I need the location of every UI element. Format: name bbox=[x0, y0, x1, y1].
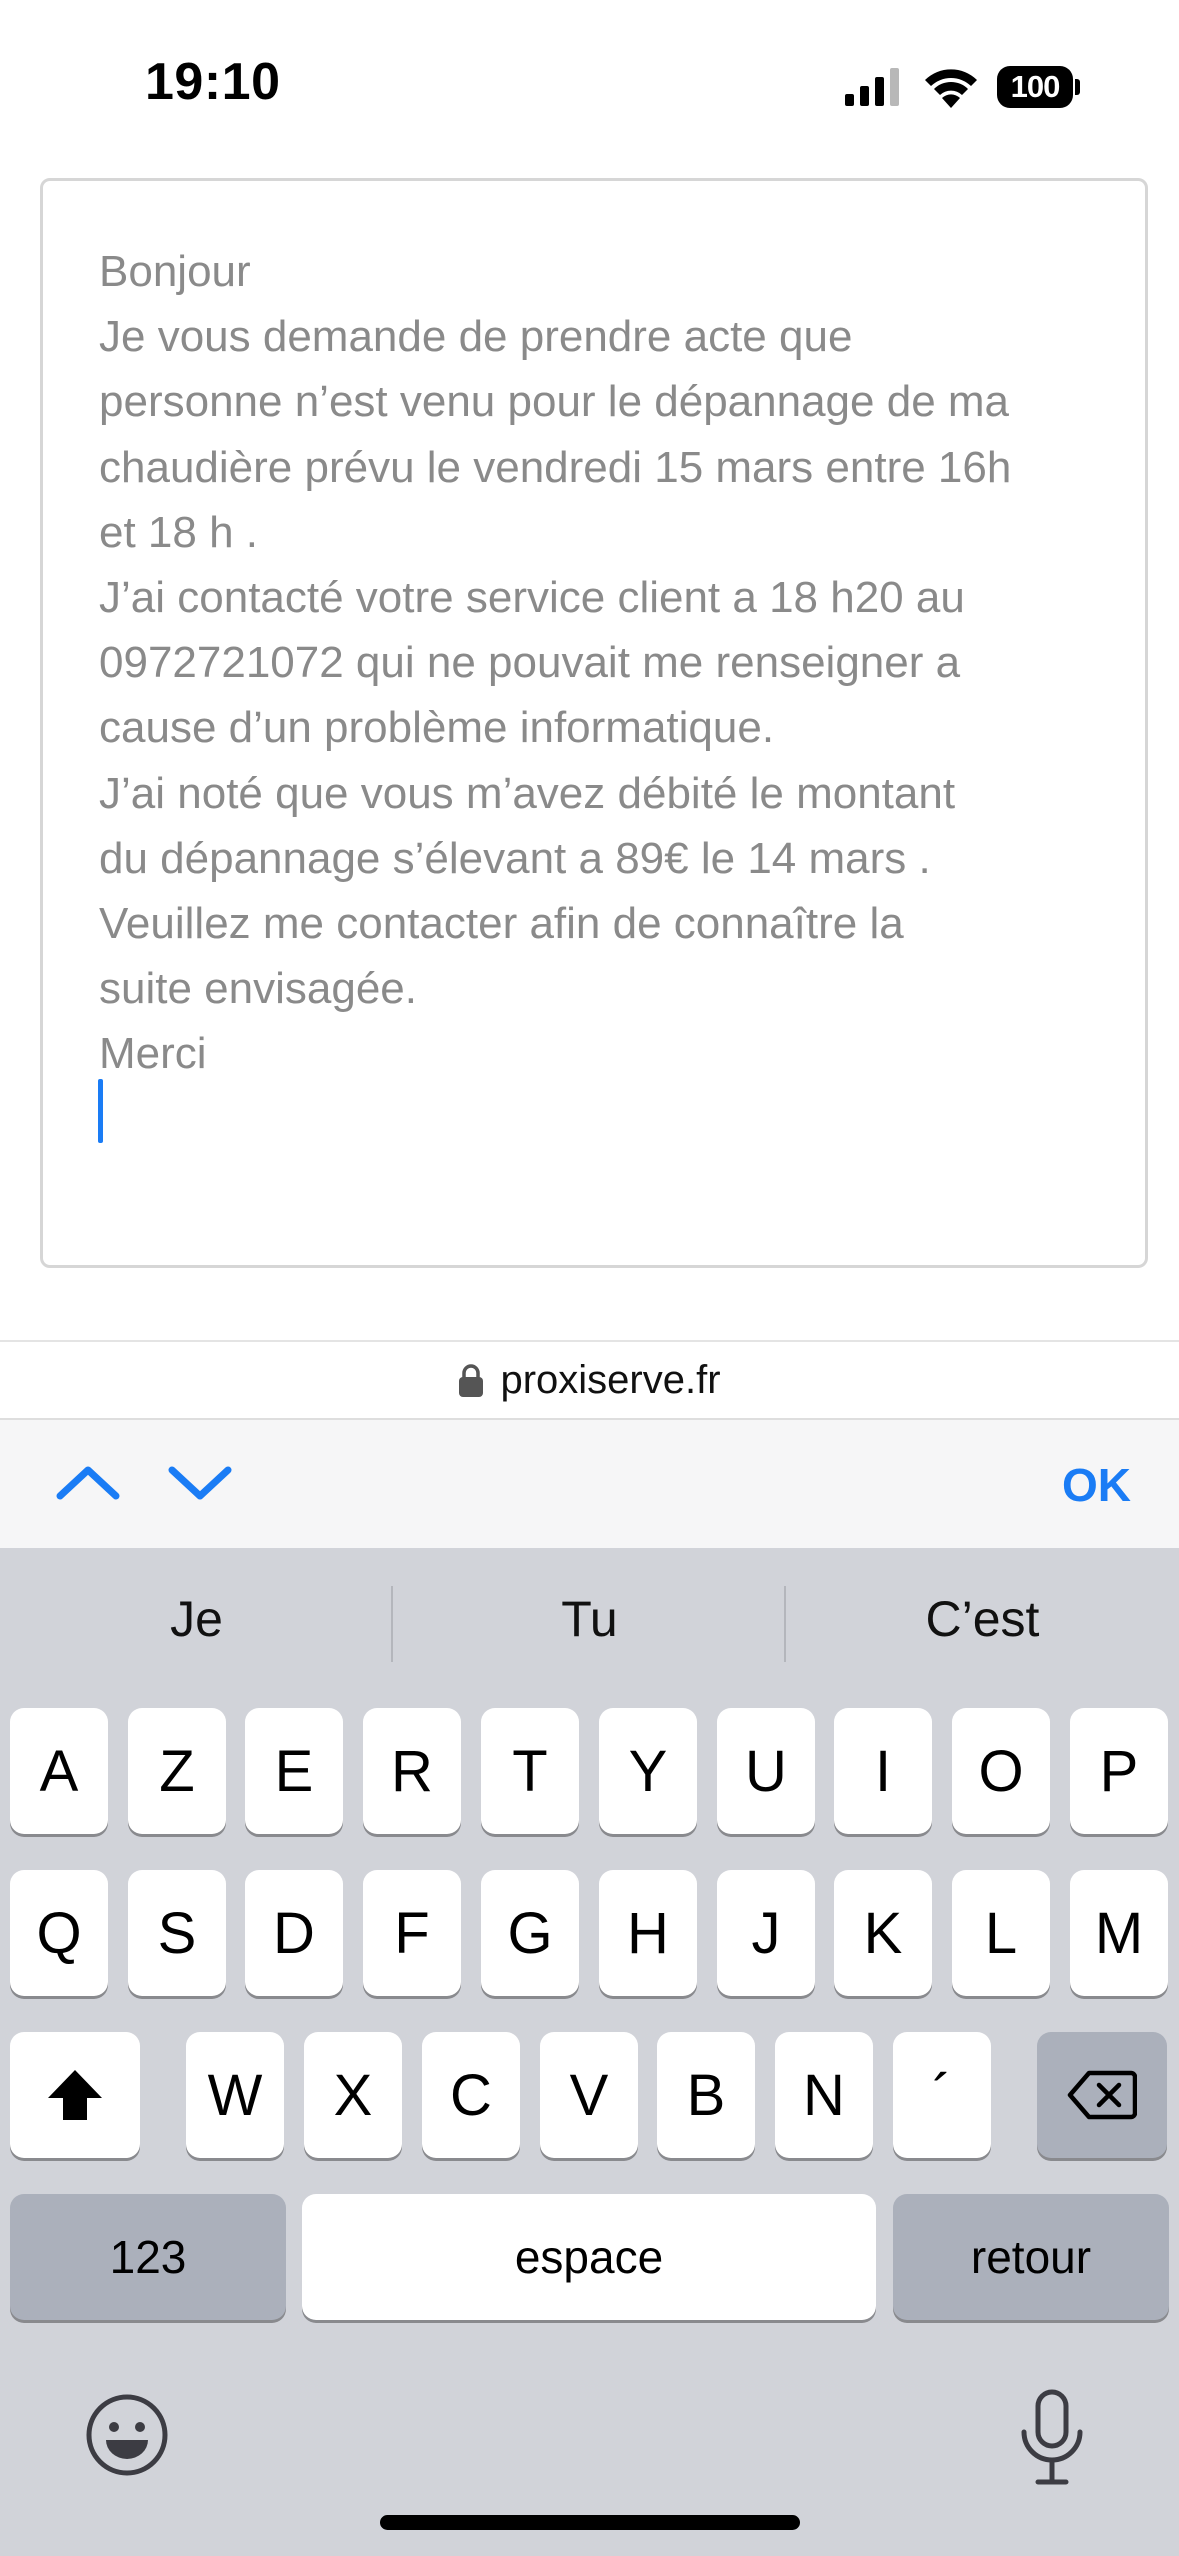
key-j[interactable]: J bbox=[717, 1870, 815, 1996]
emoji-icon[interactable] bbox=[84, 2392, 170, 2478]
numbers-key[interactable]: 123 bbox=[10, 2194, 286, 2320]
key-c[interactable]: C bbox=[422, 2032, 520, 2158]
chevron-up-icon[interactable] bbox=[52, 1458, 124, 1508]
key-u[interactable]: U bbox=[717, 1708, 815, 1834]
suggestion-bar: Je Tu C’est bbox=[0, 1548, 1179, 1698]
message-line: J’ai noté que vous m’avez débité le mont… bbox=[99, 768, 956, 818]
backspace-icon bbox=[1067, 2070, 1137, 2120]
key-k[interactable]: K bbox=[834, 1870, 932, 1996]
message-line: Bonjour bbox=[99, 247, 251, 296]
message-line: et 18 h . bbox=[99, 507, 259, 557]
key-z[interactable]: Z bbox=[128, 1708, 226, 1834]
message-line: J’ai contacté votre service client a 18 … bbox=[99, 573, 965, 623]
key-x[interactable]: X bbox=[304, 2032, 402, 2158]
key-b[interactable]: B bbox=[657, 2032, 755, 2158]
lock-icon bbox=[459, 1364, 484, 1397]
key-f[interactable]: F bbox=[363, 1870, 461, 1996]
battery-level: 100 bbox=[997, 66, 1073, 108]
key-q[interactable]: Q bbox=[10, 1870, 108, 1996]
message-line: du dépannage s’élevant a 89€ le 14 mars … bbox=[99, 833, 931, 883]
chevron-down-icon[interactable] bbox=[164, 1458, 236, 1508]
key-w[interactable]: W bbox=[186, 2032, 284, 2158]
key-h[interactable]: H bbox=[599, 1870, 697, 1996]
space-key[interactable]: espace bbox=[302, 2194, 876, 2320]
url-bar[interactable]: proxiserve.fr bbox=[0, 1340, 1179, 1418]
signal-icon bbox=[845, 68, 899, 106]
message-line: Je vous demande de prendre acte que bbox=[99, 312, 853, 362]
key-t[interactable]: T bbox=[481, 1708, 579, 1834]
key-s[interactable]: S bbox=[128, 1870, 226, 1996]
message-line: 0972721072 qui ne pouvait me renseigner … bbox=[99, 638, 961, 688]
key-p[interactable]: P bbox=[1070, 1708, 1168, 1834]
mic-icon[interactable] bbox=[1012, 2388, 1092, 2488]
shift-key[interactable] bbox=[10, 2032, 140, 2158]
key-g[interactable]: G bbox=[481, 1870, 579, 1996]
message-line: cause d’un problème informatique. bbox=[99, 703, 775, 753]
message-line: Merci bbox=[99, 1029, 207, 1079]
suggestion-item[interactable]: C’est bbox=[786, 1590, 1179, 1648]
shift-icon bbox=[48, 2070, 102, 2120]
message-textarea[interactable]: Bonjour Je vous demande de prendre acte … bbox=[40, 178, 1148, 1268]
battery-icon: 100 bbox=[997, 66, 1080, 108]
key-i[interactable]: I bbox=[834, 1708, 932, 1834]
key-a[interactable]: A bbox=[10, 1708, 108, 1834]
suggestion-item[interactable]: Je bbox=[0, 1590, 393, 1648]
status-bar: 19:10 100 bbox=[0, 0, 1179, 160]
message-text: Bonjour Je vous demande de prendre acte … bbox=[99, 239, 1109, 1087]
message-line: chaudière prévu le vendredi 15 mars entr… bbox=[99, 442, 1012, 492]
wifi-icon bbox=[925, 69, 977, 108]
key-y[interactable]: Y bbox=[599, 1708, 697, 1834]
status-time: 19:10 bbox=[145, 53, 281, 111]
key-acute-accent[interactable]: ´ bbox=[893, 2032, 991, 2158]
suggestion-item[interactable]: Tu bbox=[393, 1590, 786, 1648]
key-n[interactable]: N bbox=[775, 2032, 873, 2158]
key-e[interactable]: E bbox=[245, 1708, 343, 1834]
ok-button[interactable]: OK bbox=[1062, 1458, 1131, 1512]
key-v[interactable]: V bbox=[540, 2032, 638, 2158]
return-key[interactable]: retour bbox=[893, 2194, 1169, 2320]
home-indicator bbox=[380, 2515, 800, 2530]
key-r[interactable]: R bbox=[363, 1708, 461, 1834]
key-m[interactable]: M bbox=[1070, 1870, 1168, 1996]
url-domain: proxiserve.fr bbox=[500, 1357, 721, 1402]
text-cursor bbox=[98, 1079, 103, 1143]
key-o[interactable]: O bbox=[952, 1708, 1050, 1834]
key-d[interactable]: D bbox=[245, 1870, 343, 1996]
message-line: Veuillez me contacter afin de connaître … bbox=[99, 899, 904, 949]
keyboard: Je Tu C’est A Z E R T Y U I O P Q S D F … bbox=[0, 1548, 1179, 2556]
battery-tip bbox=[1075, 79, 1080, 95]
form-accessory-bar: OK bbox=[0, 1418, 1179, 1548]
message-line: personne n’est venu pour le dépannage de… bbox=[99, 377, 1010, 427]
key-l[interactable]: L bbox=[952, 1870, 1050, 1996]
message-line: suite envisagée. bbox=[99, 964, 417, 1014]
backspace-key[interactable] bbox=[1037, 2032, 1167, 2158]
